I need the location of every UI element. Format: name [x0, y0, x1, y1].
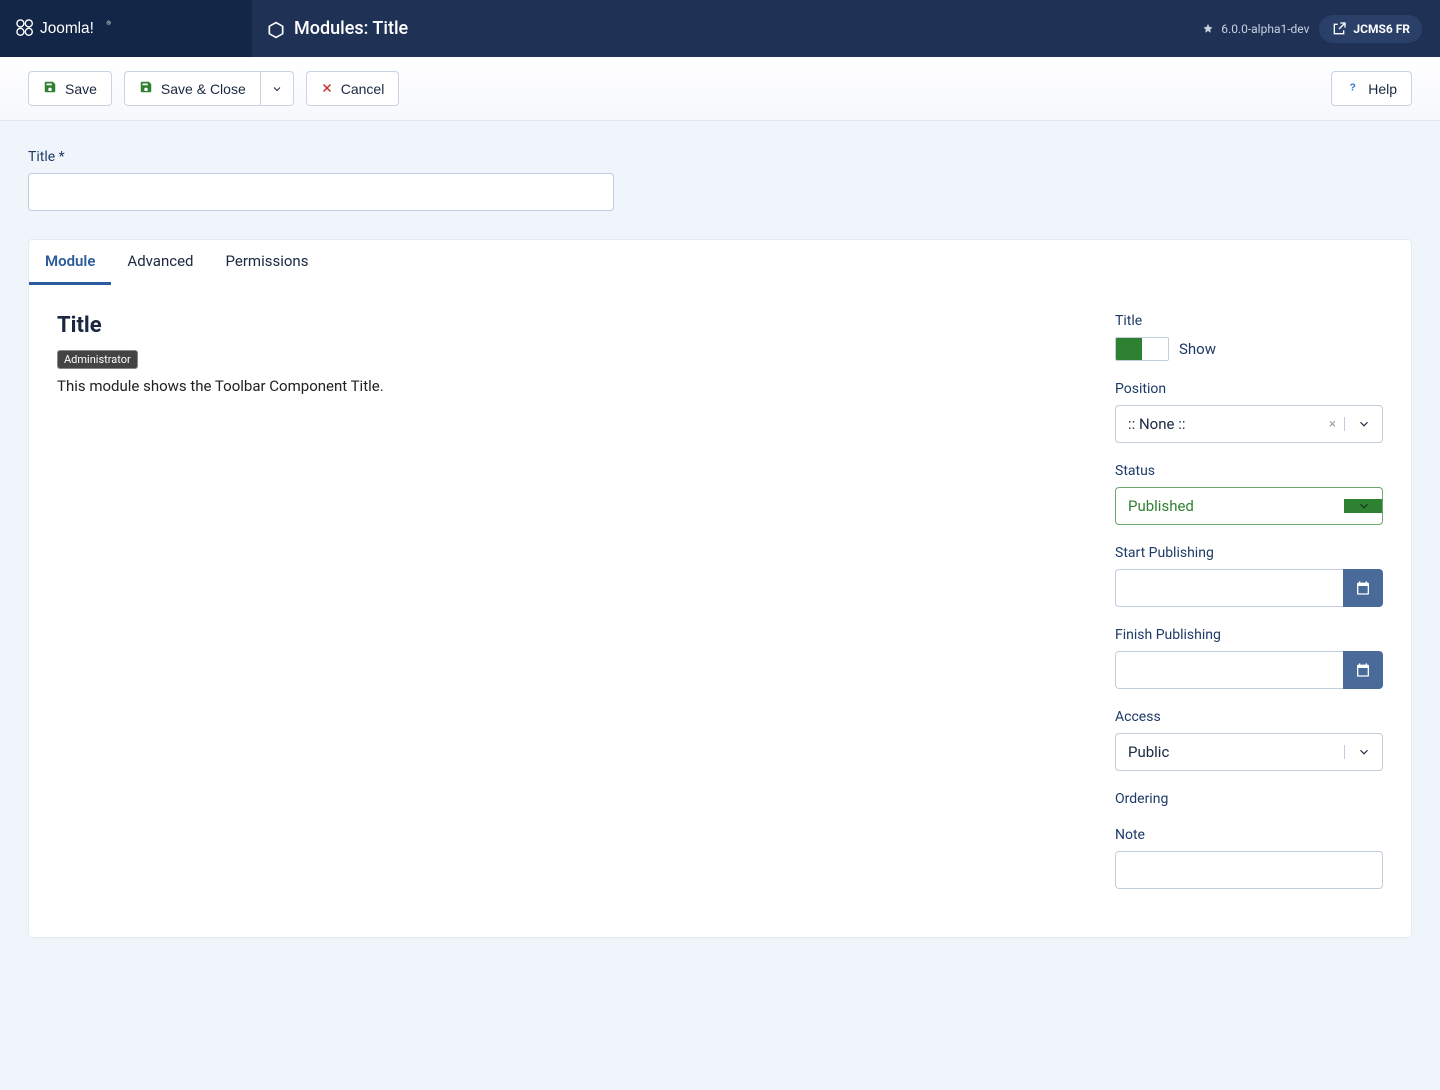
close-icon: [321, 81, 333, 97]
side-title-label: Title: [1115, 313, 1383, 329]
start-publishing-label: Start Publishing: [1115, 545, 1383, 561]
panel-main: Title Administrator This module shows th…: [57, 313, 1075, 909]
version-label: 6.0.0-alpha1-dev: [1202, 22, 1309, 36]
cube-icon: [266, 20, 284, 38]
save-button[interactable]: Save: [28, 71, 112, 106]
page-title-wrap: Modules: Title: [252, 18, 1202, 39]
save-icon: [139, 80, 153, 97]
tab-advanced[interactable]: Advanced: [111, 240, 209, 285]
module-badge: Administrator: [57, 350, 138, 369]
access-select[interactable]: Public: [1115, 733, 1383, 771]
brand-logo[interactable]: Joomla! ®: [0, 0, 252, 57]
finish-publishing-label: Finish Publishing: [1115, 627, 1383, 643]
svg-text:®: ®: [107, 19, 112, 26]
cancel-button[interactable]: Cancel: [306, 71, 400, 106]
save-close-button[interactable]: Save & Close: [124, 71, 260, 106]
title-label: Title *: [28, 149, 1412, 165]
position-select[interactable]: :: None :: ×: [1115, 405, 1383, 443]
chevron-down-icon: [1344, 417, 1382, 431]
position-clear[interactable]: ×: [1329, 417, 1344, 432]
note-input[interactable]: [1115, 851, 1383, 889]
toolbar: Save Save & Close Cancel ? Help: [0, 57, 1440, 121]
content: Title * Module Advanced Permissions Titl…: [0, 121, 1440, 966]
chevron-down-icon: [1344, 499, 1382, 513]
page-title: Modules: Title: [294, 18, 408, 39]
topbar: Joomla! ® Modules: Title 6.0.0-alpha1-dev…: [0, 0, 1440, 57]
panel-side: Title Show Position :: None :: ×: [1115, 313, 1383, 909]
title-toggle-state: Show: [1179, 340, 1216, 358]
title-input[interactable]: [28, 173, 614, 211]
tab-permissions[interactable]: Permissions: [210, 240, 325, 285]
module-description: This module shows the Toolbar Component …: [57, 377, 1075, 395]
access-label: Access: [1115, 709, 1383, 725]
start-publishing-input[interactable]: [1115, 569, 1343, 607]
topbar-right: 6.0.0-alpha1-dev JCMS6 FR: [1202, 15, 1440, 43]
save-close-group: Save & Close: [124, 71, 294, 106]
svg-text:Joomla!: Joomla!: [40, 20, 94, 37]
title-toggle[interactable]: [1115, 337, 1169, 361]
calendar-button[interactable]: [1343, 569, 1383, 607]
help-icon: ?: [1346, 80, 1360, 97]
status-label: Status: [1115, 463, 1383, 479]
module-heading: Title: [57, 313, 1075, 338]
tabs: Module Advanced Permissions: [28, 239, 1412, 285]
status-select[interactable]: Published: [1115, 487, 1383, 525]
note-label: Note: [1115, 827, 1383, 843]
save-icon: [43, 80, 57, 97]
ordering-label: Ordering: [1115, 791, 1383, 807]
tab-module[interactable]: Module: [29, 240, 111, 285]
save-dropdown-button[interactable]: [260, 71, 294, 106]
finish-publishing-input[interactable]: [1115, 651, 1343, 689]
calendar-button[interactable]: [1343, 651, 1383, 689]
svg-text:?: ?: [1350, 82, 1356, 94]
tab-panel: Title Administrator This module shows th…: [28, 285, 1412, 938]
help-button[interactable]: ? Help: [1331, 71, 1412, 106]
user-menu[interactable]: JCMS6 FR: [1319, 15, 1422, 43]
position-label: Position: [1115, 381, 1383, 397]
chevron-down-icon: [1344, 745, 1382, 759]
